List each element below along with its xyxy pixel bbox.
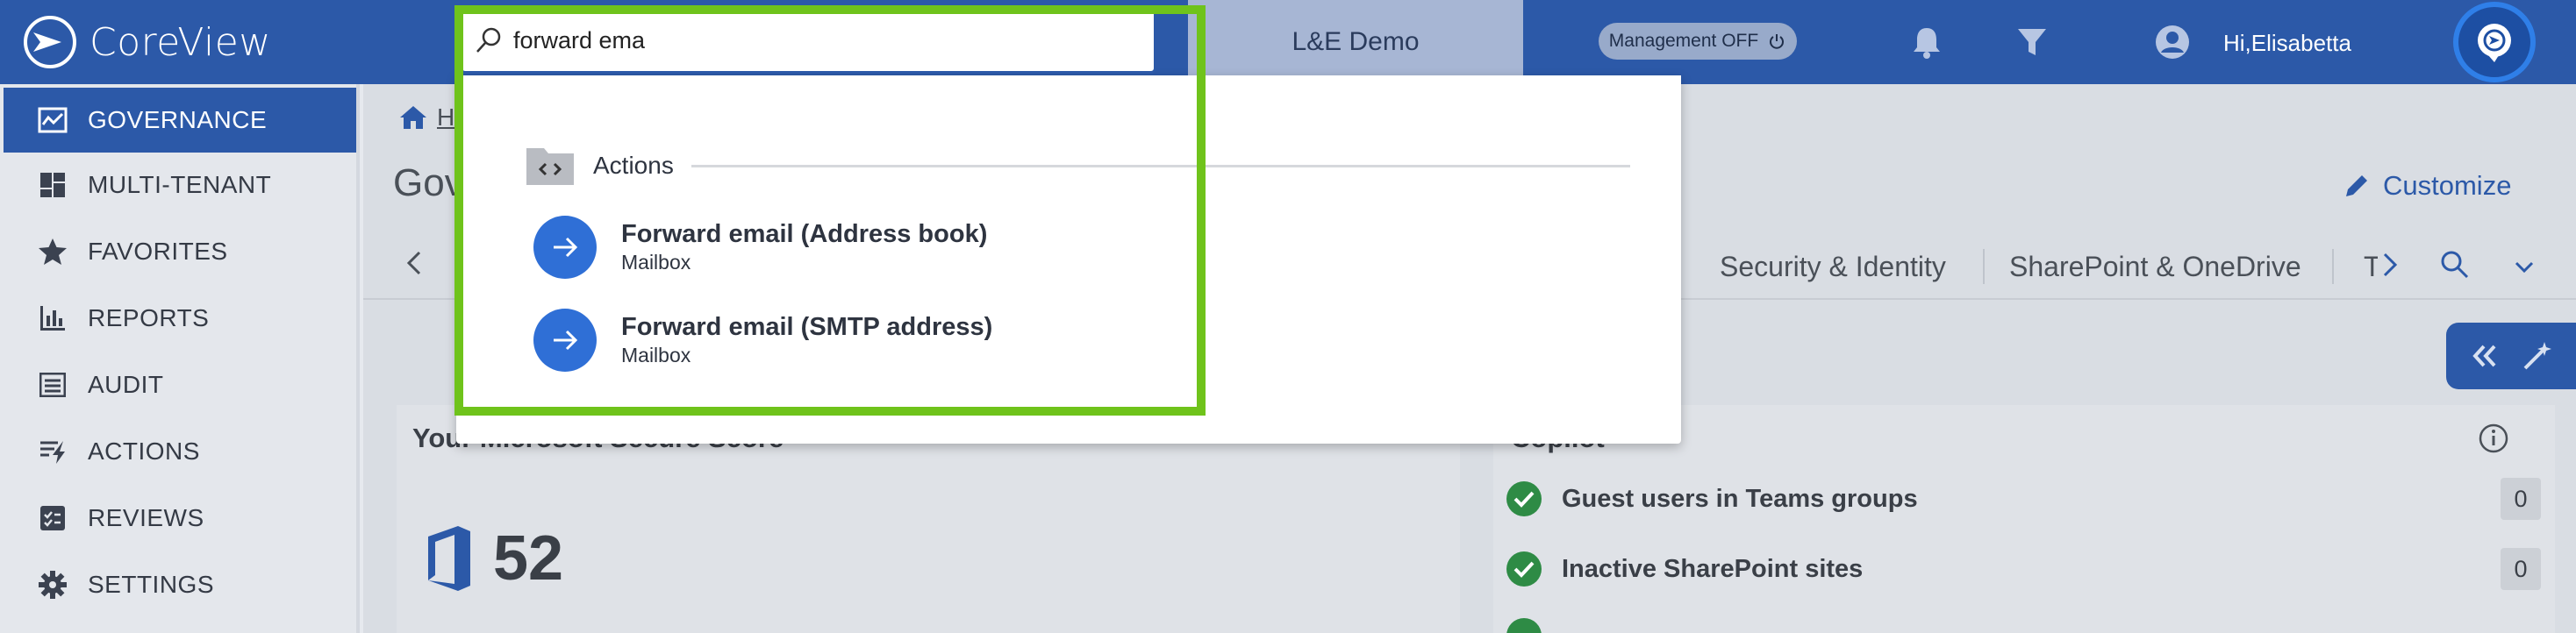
page-title: Gov xyxy=(393,161,464,204)
top-bar: CoreView L&E Demo Management OFF Hi,Elis… xyxy=(0,0,2576,84)
secure-score-value: 52 xyxy=(493,523,564,594)
result-subtitle: Mailbox xyxy=(621,251,691,274)
sidebar-item-multi-tenant[interactable]: MULTI-TENANT xyxy=(4,153,356,217)
star-icon xyxy=(37,236,68,267)
tab-separator xyxy=(1983,249,1985,284)
copilot-row-label: Inactive SharePoint sites xyxy=(1562,554,1864,583)
section-divider xyxy=(691,164,1630,167)
breadcrumb-home-link[interactable]: H xyxy=(437,103,454,132)
list-item[interactable] xyxy=(1506,614,2541,633)
list-item[interactable]: Inactive SharePoint sites 0 xyxy=(1506,547,2541,591)
code-folder-icon xyxy=(526,148,574,185)
sidebar-item-label: ACTIONS xyxy=(88,437,200,465)
info-icon[interactable] xyxy=(2478,423,2509,454)
magic-wand-icon[interactable] xyxy=(2522,340,2553,372)
tab-security-identity[interactable]: Security & Identity xyxy=(1720,251,1946,283)
result-subtitle: Mailbox xyxy=(621,344,691,366)
user-icon[interactable] xyxy=(2155,25,2190,60)
sidebar-item-reviews[interactable]: REVIEWS xyxy=(4,486,356,551)
secure-score: 52 xyxy=(423,523,563,594)
copilot-row-label: Guest users in Teams groups xyxy=(1562,484,1918,513)
double-chevron-left-icon[interactable] xyxy=(2470,343,2500,369)
assistant-icon xyxy=(2478,24,2511,62)
list-item[interactable]: Guest users in Teams groups 0 xyxy=(1506,477,2541,521)
governance-icon xyxy=(37,104,68,136)
coreview-logo[interactable]: CoreView xyxy=(21,12,271,72)
sidebar-item-label: GOVERNANCE xyxy=(88,106,268,133)
result-text: Forward email (Address book) Mailbox xyxy=(621,220,987,274)
chevron-down-icon[interactable] xyxy=(2511,256,2537,277)
global-search[interactable] xyxy=(460,7,1156,74)
sidebar-item-favorites[interactable]: FAVORITES xyxy=(4,219,356,284)
customize-label: Customize xyxy=(2383,170,2512,201)
sidebar-item-reports[interactable]: REPORTS xyxy=(4,286,356,351)
filter-icon[interactable] xyxy=(2014,25,2050,60)
search-results-dropdown: Actions Forward email (Address book) Mai… xyxy=(456,75,1681,444)
result-text: Forward email (SMTP address) Mailbox xyxy=(621,313,992,367)
section-title: Actions xyxy=(593,152,674,179)
check-circle-icon xyxy=(1506,551,1542,587)
sidebar-item-label: FAVORITES xyxy=(88,238,228,265)
search-input[interactable] xyxy=(513,26,1145,54)
results-section-header: Actions xyxy=(525,140,1630,191)
side-panel-toggle[interactable] xyxy=(2446,323,2576,389)
pencil-icon xyxy=(2346,175,2367,196)
coreview-logo-icon xyxy=(24,16,76,68)
sidebar-item-label: REPORTS xyxy=(88,304,210,331)
tab-sharepoint-onedrive[interactable]: SharePoint & OneDrive xyxy=(2009,251,2301,283)
home-icon[interactable] xyxy=(398,104,428,131)
search-icon xyxy=(476,27,501,53)
copilot-row-count: 0 xyxy=(2501,478,2541,520)
sidebar-item-governance[interactable]: GOVERNANCE xyxy=(4,88,356,153)
copilot-row-count: 0 xyxy=(2501,548,2541,590)
sidebar-item-audit[interactable]: AUDIT xyxy=(4,352,356,417)
assistant-avatar[interactable] xyxy=(2453,2,2536,82)
sidebar-item-label: SETTINGS xyxy=(88,571,215,598)
user-greeting[interactable]: Hi,Elisabetta xyxy=(2223,30,2351,57)
tab-separator xyxy=(2332,249,2334,284)
arrow-right-icon xyxy=(533,216,597,279)
chevron-left-icon[interactable] xyxy=(404,245,425,281)
sidebar: GOVERNANCE MULTI-TENANT FAVORITES REPORT… xyxy=(0,84,360,633)
result-title: Forward email (SMTP address) xyxy=(621,313,993,341)
result-title: Forward email (Address book) xyxy=(621,220,988,248)
actions-icon xyxy=(37,436,68,467)
sidebar-item-label: REVIEWS xyxy=(88,504,204,531)
review-check-icon xyxy=(37,502,68,534)
app-name: CoreView xyxy=(89,19,271,65)
list-icon xyxy=(37,369,68,401)
power-icon xyxy=(1770,34,1785,49)
bar-chart-icon xyxy=(37,302,68,334)
arrow-right-icon xyxy=(533,309,597,372)
sidebar-item-label: AUDIT xyxy=(88,371,164,398)
management-toggle-label: Management OFF xyxy=(1608,31,1759,51)
search-result-item[interactable]: Forward email (Address book) Mailbox xyxy=(533,212,1323,282)
check-circle-icon xyxy=(1506,481,1542,516)
sidebar-item-settings[interactable]: SETTINGS xyxy=(4,552,356,617)
management-toggle[interactable]: Management OFF xyxy=(1599,23,1797,60)
chevron-right-icon[interactable] xyxy=(2379,247,2401,282)
notifications-bell-icon[interactable] xyxy=(1909,25,1944,60)
dashboard-icon xyxy=(37,169,68,201)
gear-icon xyxy=(37,569,68,601)
search-icon[interactable] xyxy=(2439,249,2471,281)
check-circle-icon xyxy=(1506,618,1542,633)
office-icon xyxy=(428,526,470,591)
tenant-selector[interactable]: L&E Demo xyxy=(1188,0,1523,84)
sidebar-item-label: MULTI-TENANT xyxy=(88,171,272,198)
tenant-name: L&E Demo xyxy=(1292,27,1420,56)
sidebar-item-actions[interactable]: ACTIONS xyxy=(4,419,356,484)
search-result-item[interactable]: Forward email (SMTP address) Mailbox xyxy=(533,305,1323,375)
tab-truncated[interactable]: T xyxy=(2364,251,2378,283)
customize-button[interactable]: Customize xyxy=(2343,170,2511,202)
breadcrumb: H xyxy=(398,103,454,132)
